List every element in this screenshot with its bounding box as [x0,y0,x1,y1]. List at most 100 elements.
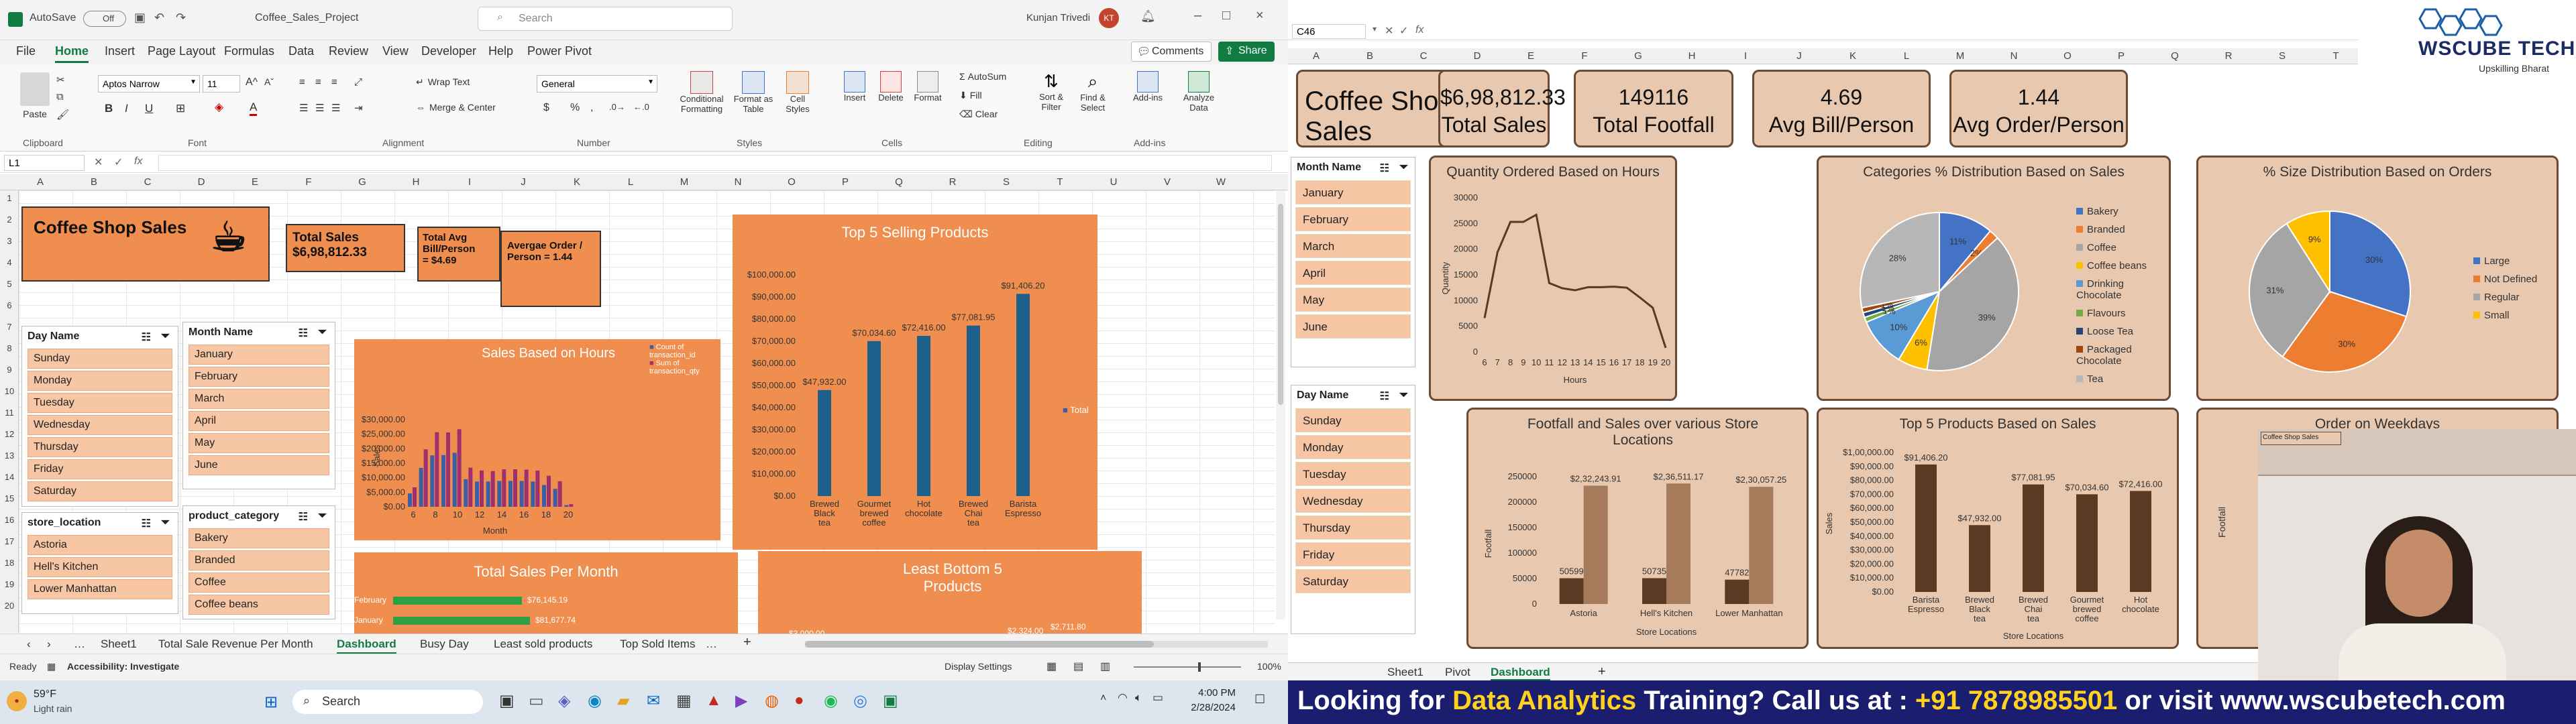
row-header[interactable]: 12 [0,429,19,439]
slicer-item[interactable]: Astoria [28,535,172,555]
tab-developer[interactable]: Developer [421,44,476,58]
autosave-toggle[interactable]: Off [83,11,126,27]
paste-icon[interactable] [20,72,50,106]
volume-icon[interactable]: 🔈︎ [1135,691,1142,705]
clear-button[interactable]: ⌫ Clear [959,109,998,120]
zoom-slider[interactable] [1134,662,1241,672]
zoom-thumb[interactable] [1198,662,1201,672]
column-header[interactable]: E [241,176,268,188]
clear-filter-icon[interactable]: ⏷ [161,330,170,343]
fx-icon[interactable]: fx [134,156,142,168]
vertical-scrollbar[interactable] [1276,190,1285,619]
decrease-decimal-icon[interactable]: ←.0 [633,102,649,112]
app-icon[interactable]: ▲ [706,691,722,710]
day-slicer[interactable]: Day Name ☷ ⏷ Sunday Monday Tuesday Wednesday T… [1291,385,1415,634]
row-header[interactable]: 1 [0,193,19,203]
sheet-tab-pivot[interactable]: Pivot [1445,666,1470,679]
column-header[interactable]: A [27,176,54,188]
grow-font-icon[interactable]: A^ [246,76,258,88]
more-sheets-icon[interactable]: … [706,638,717,651]
slicer-item[interactable]: Tuesday [28,393,172,413]
battery-icon[interactable]: ▭ [1152,691,1163,705]
conditional-formatting-button[interactable]: Conditional Formatting [678,71,726,131]
format-painter-icon[interactable]: 🖌︎ [56,109,69,121]
sheet-tab-sheet1[interactable]: Sheet1 [1387,666,1424,679]
scroll-thumb[interactable] [1278,204,1283,405]
row-header[interactable]: 3 [0,236,19,246]
column-header[interactable]: G [349,176,376,188]
slicer-item[interactable]: February [189,367,329,387]
column-header[interactable]: O [2054,50,2081,62]
align-bottom-icon[interactable]: ≡ [331,76,337,88]
category-slicer[interactable]: product_category ☷ ⏷ Bakery Branded Coffee Co… [182,505,335,619]
column-header[interactable]: V [1154,176,1181,188]
sheet-tab-revenue[interactable]: Total Sale Revenue Per Month [158,638,313,651]
multiselect-icon[interactable]: ☷ [142,517,151,530]
row-header[interactable]: 6 [0,300,19,310]
column-header[interactable]: D [1464,50,1491,62]
slicer-item[interactable]: Tuesday [1295,462,1411,486]
sheet-tab-least-sold[interactable]: Least sold products [494,638,592,651]
column-header[interactable]: F [1571,50,1598,62]
column-header[interactable]: B [1356,50,1383,62]
bell-icon[interactable]: 🔔︎ [1140,9,1156,23]
fx-icon[interactable]: fx [1415,24,1424,36]
slicer-item[interactable]: Coffee beans [189,595,329,615]
clear-filter-icon[interactable]: ⏷ [318,510,327,522]
align-middle-icon[interactable]: ≡ [315,76,321,88]
row-header[interactable]: 15 [0,493,19,503]
close-icon[interactable]: × [1256,8,1264,23]
add-sheet-icon[interactable]: + [1598,664,1606,680]
underline-icon[interactable]: U [145,102,153,115]
column-header[interactable]: P [832,176,859,188]
clear-filter-icon[interactable]: ⏷ [1399,162,1408,174]
column-header[interactable]: K [1839,50,1866,62]
firefox-icon[interactable]: ◍ [765,691,779,711]
row-header[interactable]: 5 [0,279,19,289]
slicer-item[interactable]: February [1295,207,1411,231]
column-header[interactable]: H [402,176,429,188]
copy-icon[interactable]: ⧉ [56,91,64,103]
slicer-item[interactable]: April [1295,261,1411,285]
column-header[interactable]: U [1100,176,1127,188]
align-right-icon[interactable]: ☰ [331,102,340,114]
weather-icon[interactable]: ● [7,691,27,711]
slicer-item[interactable]: June [1295,314,1411,339]
slicer-item[interactable]: Wednesday [28,415,172,435]
enter-icon[interactable]: ✓ [1399,24,1408,38]
clear-filter-icon[interactable]: ⏷ [161,517,170,529]
column-header[interactable]: N [724,176,751,188]
slicer-item[interactable]: March [189,389,329,409]
multiselect-icon[interactable]: ☷ [142,330,151,344]
column-header[interactable]: M [671,176,698,188]
slicer-item[interactable]: Wednesday [1295,489,1411,513]
insert-button[interactable]: Insert [839,71,871,131]
qty-hours-panel[interactable]: Quantity Ordered Based on Hours 30000 250… [1429,156,1677,401]
autosum-button[interactable]: Σ AutoSum [959,71,1006,82]
indent-icon[interactable]: ⇥ [354,102,363,114]
tab-data[interactable]: Data [288,44,314,58]
column-header[interactable]: B [80,176,107,188]
column-header[interactable]: M [1947,50,1974,62]
clock-time[interactable]: 4:00 PM [1175,687,1236,699]
undo-icon[interactable]: ↶ [154,11,164,25]
horizontal-scrollbar[interactable] [805,641,1268,648]
tab-help[interactable]: Help [488,44,513,58]
column-header[interactable]: J [1786,50,1813,62]
sales-per-month-chart[interactable]: Total Sales Per Month February $76,145.1… [354,552,738,646]
slicer-item[interactable]: Bakery [189,528,329,548]
explorer-icon[interactable]: ▰ [617,691,629,711]
chrome-icon[interactable]: ◎ [853,691,867,711]
slicer-item[interactable]: Saturday [28,481,172,501]
files-icon[interactable]: ▭ [529,691,544,711]
sheet-tab-sheet1[interactable]: Sheet1 [101,638,137,651]
column-header[interactable]: G [1625,50,1652,62]
cancel-icon[interactable]: ✕ [94,156,103,169]
multiselect-icon[interactable]: ☷ [1380,162,1389,175]
borders-icon[interactable]: ⊞ [176,102,185,115]
top5-selling-chart[interactable]: Top 5 Selling Products ■ Total $100,000.… [733,215,1097,550]
column-header[interactable]: J [510,176,537,188]
slicer-item[interactable]: Lower Manhattan [28,579,172,599]
sheet-tab-top-sold[interactable]: Top Sold Items [620,638,695,651]
wifi-icon[interactable]: ◠ [1118,691,1128,705]
